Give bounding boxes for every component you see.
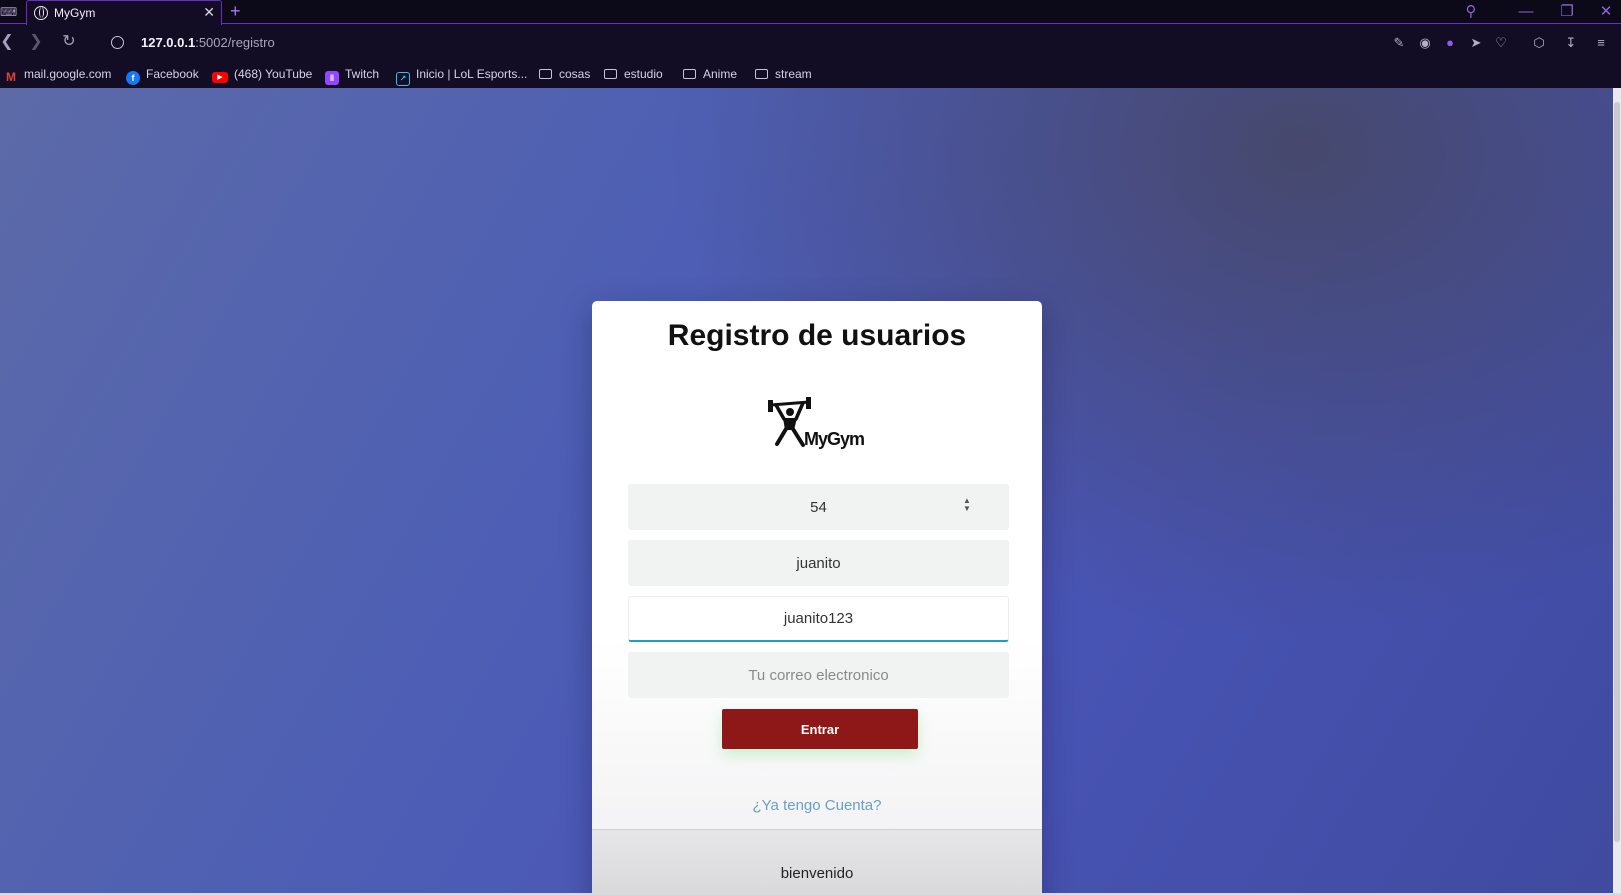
url-path: :5002/registro: [195, 35, 275, 50]
youtube-icon: ▶: [212, 72, 228, 83]
bookmark-facebook[interactable]: f Facebook: [126, 66, 199, 85]
password-input[interactable]: [628, 596, 1009, 642]
forward-button[interactable]: ❯: [25, 31, 47, 53]
sidebar-toggle-icon[interactable]: ⌨: [0, 4, 17, 20]
menu-icon[interactable]: ≡: [1592, 34, 1610, 52]
login-link[interactable]: ¿Ya tengo Cuenta?: [592, 797, 1042, 814]
tab-mygym[interactable]: MyGym ✕: [26, 0, 222, 25]
registration-card: Registro de usuarios MyGym ▲▼ Entrar ¿Ya…: [592, 301, 1042, 895]
page-viewport: Registro de usuarios MyGym ▲▼ Entrar ¿Ya…: [0, 88, 1613, 895]
minimize-button[interactable]: —: [1516, 2, 1536, 22]
bookmark-folder-stream[interactable]: stream: [755, 66, 812, 82]
bookmark-folder-estudio[interactable]: estudio: [604, 66, 663, 82]
back-button[interactable]: ❮: [0, 31, 18, 53]
mygym-logo: MyGym: [768, 397, 865, 449]
bookmark-label: cosas: [559, 67, 591, 81]
gmail-icon: M: [6, 70, 16, 84]
download-icon[interactable]: ↧: [1562, 34, 1580, 52]
globe-icon: [34, 6, 48, 20]
send-icon[interactable]: ➤: [1467, 34, 1485, 52]
reload-button[interactable]: ↻: [58, 31, 80, 53]
new-tab-button[interactable]: +: [230, 1, 241, 21]
folder-icon: [683, 69, 696, 79]
bookmark-label: (468) YouTube: [234, 67, 313, 81]
twitch-icon: ‖: [325, 71, 339, 85]
bookmark-youtube[interactable]: ▶ (468) YouTube: [212, 66, 313, 83]
folder-icon: [604, 69, 617, 79]
camera-icon[interactable]: ◉: [1416, 34, 1434, 52]
close-window-button[interactable]: ✕: [1596, 2, 1616, 22]
card-footer: bienvenido: [592, 829, 1042, 895]
restore-button[interactable]: ❐: [1557, 2, 1577, 22]
tab-title: MyGym: [54, 6, 96, 20]
submit-button[interactable]: Entrar: [722, 709, 918, 749]
navigation-bar: ❮ ❯ ↻ 127.0.0.1:5002/registro ✎ ◉ ● ➤ ♡ …: [0, 25, 1621, 61]
bookmark-twitch[interactable]: ‖ Twitch: [325, 66, 380, 85]
cube-icon[interactable]: ⬡: [1530, 34, 1548, 52]
bookmarks-bar: Mmail.google.com f Facebook ▶ (468) YouTub…: [0, 61, 1621, 88]
search-tabs-icon[interactable]: ⚲: [1461, 2, 1481, 22]
bookmark-label: Facebook: [146, 67, 199, 81]
heart-icon[interactable]: ♡: [1492, 34, 1510, 52]
bookmark-gmail[interactable]: Mmail.google.com: [4, 66, 112, 84]
bookmark-label: Anime: [703, 67, 738, 81]
welcome-text: bienvenido: [780, 865, 854, 882]
lol-esports-icon: ↗: [396, 72, 410, 86]
bookmark-label: Inicio | LoL Esports...: [416, 67, 528, 81]
address-bar[interactable]: 127.0.0.1:5002/registro: [141, 35, 275, 50]
logo-text: MyGym: [804, 429, 864, 449]
bookmark-label: stream: [775, 67, 812, 81]
username-input[interactable]: [628, 540, 1009, 586]
folder-icon: [539, 69, 552, 79]
member-number-input[interactable]: [628, 484, 1009, 530]
bookmark-lol-esports[interactable]: ↗ Inicio | LoL Esports...: [396, 66, 528, 86]
share-icon[interactable]: ✎: [1390, 34, 1408, 52]
bookmark-label: estudio: [624, 67, 663, 81]
page-scrollbar[interactable]: [1613, 88, 1621, 893]
bookmark-label: mail.google.com: [24, 67, 112, 81]
shield-icon[interactable]: ●: [1441, 34, 1459, 52]
bookmark-folder-cosas[interactable]: cosas: [539, 66, 590, 82]
folder-icon: [755, 69, 768, 79]
tab-close-icon[interactable]: ✕: [203, 4, 215, 20]
url-host: 127.0.0.1: [141, 35, 196, 50]
bookmark-folder-anime[interactable]: Anime: [683, 66, 737, 82]
site-info-icon[interactable]: [111, 36, 124, 49]
member-number-wrapper: ▲▼: [592, 484, 1042, 530]
email-input[interactable]: [628, 652, 1009, 698]
scrollbar-thumb[interactable]: [1614, 102, 1620, 842]
number-spinner-icon[interactable]: ▲ ▼: [962, 497, 972, 515]
page-title: Registro de usuarios: [667, 319, 967, 352]
tab-bar: ⌨ MyGym ✕ + ⚲ — ❐ ✕: [0, 0, 1621, 25]
bookmark-label: Twitch: [345, 67, 380, 81]
facebook-icon: f: [126, 71, 140, 85]
browser-chrome: ⌨ MyGym ✕ + ⚲ — ❐ ✕ ❮ ❯ ↻ 127.0.0.1:5002…: [0, 0, 1621, 88]
